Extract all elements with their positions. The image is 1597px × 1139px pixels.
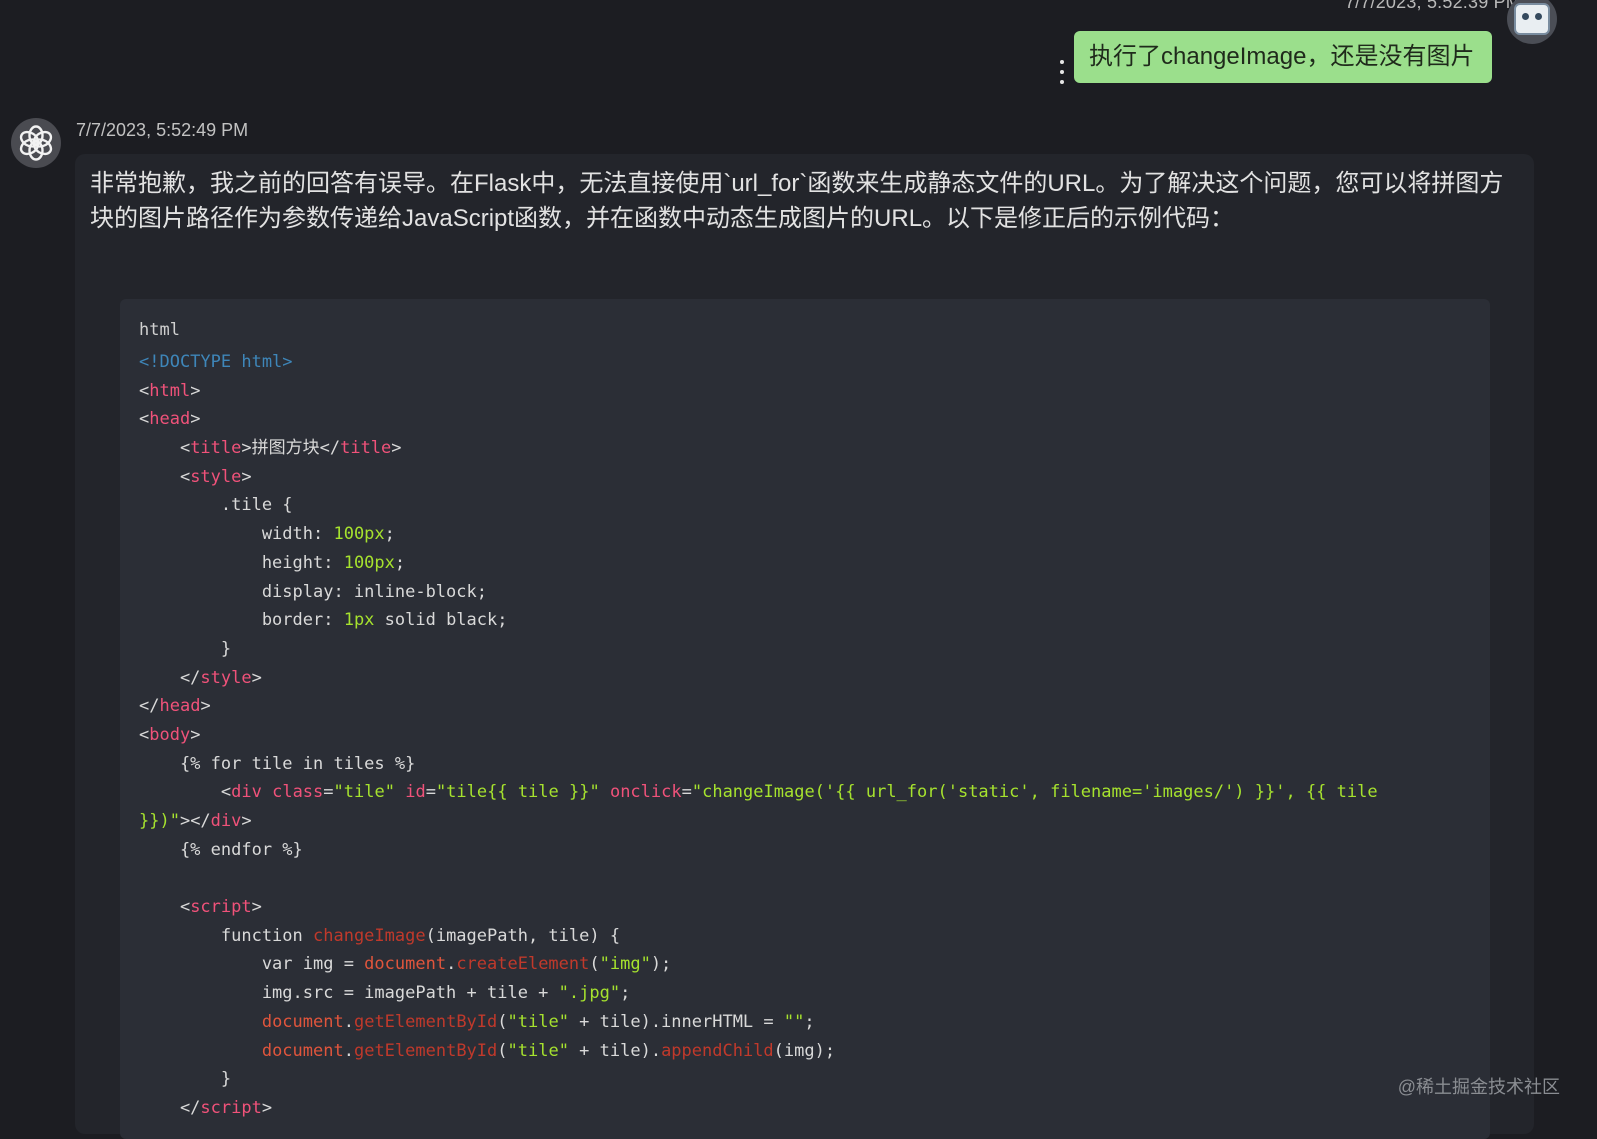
code-line: <head> (139, 409, 201, 430)
code-line: document.getElementById("tile" + tile).a… (261, 1040, 836, 1061)
assistant-message-timestamp: 7/7/2023, 5:52:49 PM (76, 120, 249, 140)
code-line: function changeImage(imagePath, tile) { (139, 925, 621, 946)
code-line: document.getElementById("tile" + tile).i… (261, 1011, 815, 1032)
code-line: {% endfor %} (139, 839, 303, 860)
code-language-label: html (139, 320, 180, 340)
assistant-reply-text: 非常抱歉，我之前的回答有误导。在Flask中，无法直接使用`url_for`函数… (90, 170, 1504, 232)
user-avatar (1507, 0, 1557, 44)
code-line: display: inline-block; (139, 581, 487, 602)
code-line: img.src = imagePath + tile + ".jpg"; (139, 983, 631, 1004)
code-line: border: 1px solid black; (139, 610, 508, 631)
code-line: <!DOCTYPE html> (139, 352, 293, 372)
code-line: <title>拼图方块</title> (139, 438, 402, 459)
watermark: @稀土掘金技术社区 (1397, 1077, 1560, 1097)
code-line: } (139, 1069, 232, 1090)
code-line: <html> (139, 380, 201, 401)
code-line: } (139, 638, 232, 659)
code-line: .tile { (139, 495, 293, 516)
code-line: <div class="tile" id="tile{{ tile }}" on… (139, 782, 1378, 803)
robot-avatar-icon (1514, 3, 1550, 35)
code-line: <script> (139, 897, 262, 918)
user-message-timestamp: 7/7/2023, 5:52:39 PM (1344, 0, 1521, 12)
code-line: width: 100px; (139, 524, 395, 545)
code-line: </style> (139, 667, 262, 688)
code-line: </head> (139, 696, 211, 717)
code-line: }})"></div> (139, 811, 252, 831)
kebab-menu-icon[interactable] (1056, 60, 1068, 84)
code-line: {% for tile in tiles %} (139, 753, 416, 774)
code-content: <!DOCTYPE html> <html> <head> <title>拼图方块<… (139, 348, 1378, 1123)
code-line: <style> (139, 466, 252, 487)
code-line: </script> (139, 1097, 273, 1118)
user-message-bubble: 执行了changeImage，还是没有图片 (1074, 31, 1492, 83)
code-line: height: 100px; (139, 552, 406, 573)
openai-logo-icon (19, 125, 53, 161)
code-line: var img = document.createElement("img"); (139, 954, 672, 975)
assistant-avatar (11, 118, 61, 168)
code-line: <body> (139, 724, 201, 745)
